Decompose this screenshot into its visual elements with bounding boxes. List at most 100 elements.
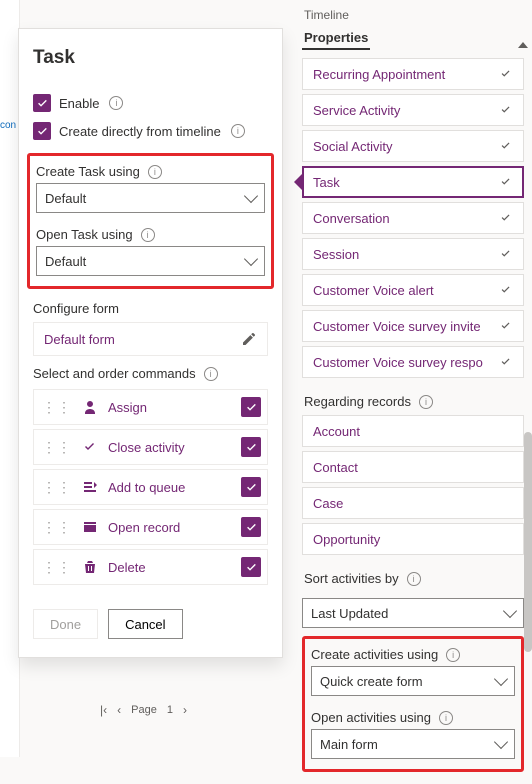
check-icon bbox=[499, 139, 513, 153]
activity-type-item[interactable]: Customer Voice survey invite bbox=[302, 310, 524, 342]
pager-first-icon[interactable]: |‹ bbox=[100, 703, 107, 717]
cancel-button[interactable]: Cancel bbox=[108, 609, 182, 639]
regarding-records-list: Account Contact Case Opportunity bbox=[302, 415, 524, 555]
command-checkbox[interactable] bbox=[241, 517, 261, 537]
command-item[interactable]: ⋮⋮ Add to queue bbox=[33, 469, 268, 505]
drag-handle-icon[interactable]: ⋮⋮ bbox=[42, 559, 72, 576]
drag-handle-icon[interactable]: ⋮⋮ bbox=[42, 399, 72, 416]
command-item[interactable]: ⋮⋮ Delete bbox=[33, 549, 268, 585]
activity-type-item[interactable]: Service Activity bbox=[302, 94, 524, 126]
tab-properties[interactable]: Properties bbox=[302, 24, 370, 50]
highlighted-task-forms: Create Task using i Default Open Task us… bbox=[27, 153, 274, 289]
sort-activities-select[interactable]: Last Updated bbox=[302, 598, 524, 628]
underlying-link[interactable]: con bbox=[0, 120, 19, 131]
create-task-using-label: Create Task using i bbox=[36, 160, 265, 183]
command-label: Add to queue bbox=[108, 480, 231, 495]
create-activities-using-select[interactable]: Quick create form bbox=[311, 666, 515, 696]
activity-type-label: Conversation bbox=[313, 211, 390, 226]
check-icon bbox=[499, 247, 513, 261]
open-activities-using-select[interactable]: Main form bbox=[311, 729, 515, 759]
regarding-records-label: Regarding records i bbox=[302, 378, 524, 415]
command-item[interactable]: ⋮⋮ Assign bbox=[33, 389, 268, 425]
activity-types-list: Recurring Appointment Service Activity Soc… bbox=[302, 58, 524, 378]
activity-type-label: Customer Voice survey respo bbox=[313, 355, 483, 370]
command-label: Delete bbox=[108, 560, 231, 575]
drag-handle-icon[interactable]: ⋮⋮ bbox=[42, 479, 72, 496]
activity-type-item[interactable]: Task bbox=[302, 166, 524, 198]
checkbox-create-timeline[interactable] bbox=[33, 122, 51, 140]
command-checkbox[interactable] bbox=[241, 397, 261, 417]
create-activities-using-label: Create activities using i bbox=[311, 643, 515, 666]
command-checkbox[interactable] bbox=[241, 477, 261, 497]
drag-handle-icon[interactable]: ⋮⋮ bbox=[42, 519, 72, 536]
configure-form-label: Configure form bbox=[19, 293, 282, 320]
pager: |‹ ‹ Page 1 › bbox=[100, 703, 187, 717]
commands-list: ⋮⋮Assign⋮⋮Close activity⋮⋮Add to queue⋮⋮… bbox=[19, 385, 282, 585]
command-checkbox[interactable] bbox=[241, 557, 261, 577]
info-icon[interactable]: i bbox=[446, 648, 460, 662]
open-task-using-label: Open Task using i bbox=[36, 223, 265, 246]
highlighted-activity-forms: Create activities using i Quick create f… bbox=[302, 636, 524, 772]
command-checkbox[interactable] bbox=[241, 437, 261, 457]
open-icon bbox=[82, 519, 98, 535]
activity-type-item[interactable]: Social Activity bbox=[302, 130, 524, 162]
create-task-using-select[interactable]: Default bbox=[36, 183, 265, 213]
command-label: Assign bbox=[108, 400, 231, 415]
open-task-using-select[interactable]: Default bbox=[36, 246, 265, 276]
command-item[interactable]: ⋮⋮ Open record bbox=[33, 509, 268, 545]
check-icon bbox=[499, 355, 513, 369]
panel-title: Task bbox=[19, 47, 282, 89]
check-icon bbox=[499, 283, 513, 297]
left-page-strip: con bbox=[0, 0, 20, 757]
info-icon[interactable]: i bbox=[439, 711, 453, 725]
info-icon[interactable]: i bbox=[407, 572, 421, 586]
activity-type-label: Task bbox=[313, 175, 340, 190]
pager-next-icon[interactable]: › bbox=[183, 703, 187, 717]
tab-timeline[interactable]: Timeline bbox=[302, 6, 524, 24]
command-label: Close activity bbox=[108, 440, 231, 455]
check-icon bbox=[499, 319, 513, 333]
check-icon bbox=[82, 439, 98, 455]
sort-activities-label: Sort activities by i bbox=[302, 555, 524, 592]
regarding-record-item[interactable]: Account bbox=[302, 415, 524, 447]
regarding-record-item[interactable]: Opportunity bbox=[302, 523, 524, 555]
pager-prev-icon[interactable]: ‹ bbox=[117, 703, 121, 717]
person-icon bbox=[82, 399, 98, 415]
info-icon[interactable]: i bbox=[109, 96, 123, 110]
collapse-icon[interactable] bbox=[518, 42, 528, 48]
pager-page-label: Page bbox=[131, 704, 157, 716]
check-icon bbox=[499, 67, 513, 81]
command-item[interactable]: ⋮⋮ Close activity bbox=[33, 429, 268, 465]
chevron-down-icon bbox=[244, 189, 258, 203]
info-icon[interactable]: i bbox=[148, 165, 162, 179]
command-label: Open record bbox=[108, 520, 231, 535]
activity-type-item[interactable]: Recurring Appointment bbox=[302, 58, 524, 90]
regarding-record-item[interactable]: Case bbox=[302, 487, 524, 519]
activity-type-label: Social Activity bbox=[313, 139, 392, 154]
done-button: Done bbox=[33, 609, 98, 639]
drag-handle-icon[interactable]: ⋮⋮ bbox=[42, 439, 72, 456]
regarding-record-item[interactable]: Contact bbox=[302, 451, 524, 483]
activity-type-item[interactable]: Customer Voice survey respo bbox=[302, 346, 524, 378]
open-activities-using-label: Open activities using i bbox=[311, 706, 515, 729]
check-icon bbox=[499, 175, 513, 189]
pencil-icon[interactable] bbox=[241, 331, 257, 347]
activity-type-item[interactable]: Customer Voice alert bbox=[302, 274, 524, 306]
activity-type-item[interactable]: Conversation bbox=[302, 202, 524, 234]
regarding-record-label: Opportunity bbox=[313, 532, 380, 547]
info-icon[interactable]: i bbox=[419, 395, 433, 409]
regarding-record-label: Case bbox=[313, 496, 343, 511]
info-icon[interactable]: i bbox=[141, 228, 155, 242]
vertical-scrollbar[interactable] bbox=[524, 432, 532, 652]
create-from-timeline-row[interactable]: Create directly from timeline i bbox=[19, 117, 282, 145]
info-icon[interactable]: i bbox=[231, 124, 245, 138]
configure-form-row[interactable]: Default form bbox=[33, 322, 268, 356]
chevron-down-icon bbox=[494, 672, 508, 686]
checkbox-enable[interactable] bbox=[33, 94, 51, 112]
check-icon bbox=[499, 211, 513, 225]
properties-panel: Timeline Properties Recurring Appointmen… bbox=[296, 0, 532, 784]
info-icon[interactable]: i bbox=[204, 367, 218, 381]
enable-row[interactable]: Enable i bbox=[19, 89, 282, 117]
activity-type-item[interactable]: Session bbox=[302, 238, 524, 270]
activity-type-label: Recurring Appointment bbox=[313, 67, 445, 82]
